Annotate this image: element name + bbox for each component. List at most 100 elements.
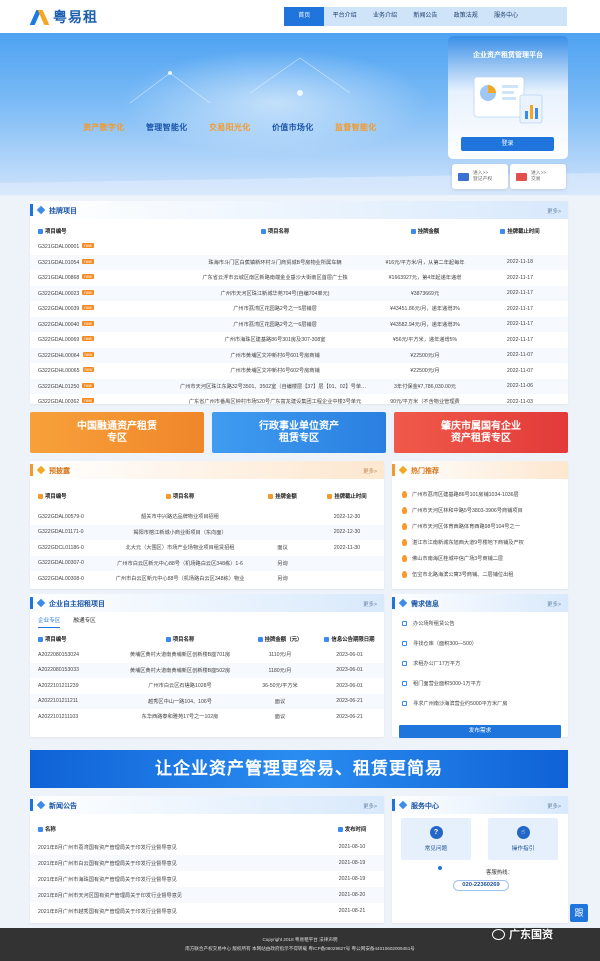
demand-item[interactable]: 租门面营业面积5000-1万平方 [402,680,562,687]
list-icon [38,827,43,832]
hot-item[interactable]: 广州市荔湾区建基路86号101房铺1034-1036层 [402,488,562,500]
demand-item[interactable]: 求租办公厂17万平方 [402,660,562,667]
hot-item[interactable]: 广州市天河区体育西路体育西路98号104号之一 [402,520,562,532]
demand-item[interactable]: 寻找仓库（面积300—500） [402,640,562,647]
col-id: 项目编号 [30,492,105,500]
table-row[interactable]: G322GDAL00023 new 广州市天河区珠江新城华苑704号(自编704单元… [30,285,568,301]
table-row[interactable]: A2022101211211 越秀区中山一路104、106号 面议 2023-06-2… [30,693,384,709]
register-property-button[interactable]: 进入>> 登记产权 [452,164,508,189]
table-row[interactable]: G321GDAL00868 new 广东省云浮市云城区南区新路南端金业垂沙大街南区首… [30,270,568,286]
faq-button[interactable]: ? 常见问题 [401,818,471,860]
trade-button[interactable]: 进入>> 交易 [510,164,566,189]
logo[interactable]: 粤易租 [29,7,98,27]
briefcase-icon [165,637,171,642]
cell-date: 2022-11-17 [480,290,560,296]
hotline-number[interactable]: 020-22360269 [453,880,509,891]
id-text: A2022101211103 [38,713,79,720]
hot-item[interactable]: 广州市天河区林和中路5号3803-3906号商铺项目 [402,504,562,516]
table-row[interactable]: G322GDHL00064 new 广州市黄埔区文冲新村6号601号房商铺 ¥2250… [30,347,568,363]
cell-amount: 3年付保金¥7,786,030.00元 [370,383,480,390]
money-icon [257,637,263,642]
nav-business-intro[interactable]: 业务介绍 [365,7,405,26]
id-text: G322GDCL01186-0 [38,544,84,551]
login-button[interactable]: 登录 [461,137,554,151]
table-row[interactable]: A2022080153024 黄埔区黄村大道南黄埔新区创新楼B座701房 1110元… [30,647,384,663]
news-more-link[interactable]: 更多> [363,802,377,810]
date-text: 2022-11-07 [506,367,534,374]
table-row[interactable]: G321GDAL00001 new [30,239,568,255]
cell-id: G322GDAL00362 new [30,398,180,405]
service-more-link[interactable]: 更多> [547,802,561,810]
zone-china-rongtong[interactable]: 中国融通资产租赁 专区 [30,412,204,453]
list-icon [38,494,43,499]
table-row[interactable]: G322GDAL00362 new 广东省广州市番禺区钟村市场520号广东富龙建设集… [30,394,568,410]
table-row[interactable]: G322GDAL01250 new 广州市天河区珠江东路32号3501、3502室（… [30,378,568,394]
table-row[interactable]: G322GDAL00040 new 广州市荔湾区花园路2号之一6层铺层 ¥43582.… [30,316,568,332]
tab-rongtong-zone[interactable]: 融通专区 [73,616,95,628]
date-text: 2021-08-20 [338,892,366,898]
zone-zhaoqing-state-owned[interactable]: 肇庆市属国有企业 资产租赁专区 [394,412,568,453]
table-row[interactable]: G322GDAL01171-0 揭阳市榕江新城小商业街项目（东向面） 2022-12… [30,524,384,540]
amount-text: ¥56元/平方米，递年递增5% [392,337,458,344]
hot-item[interactable]: 伍宝市北路海滨公寓3号商铺、二层铺位出租 [402,568,562,580]
diamond-icon [398,598,408,608]
table-row[interactable]: 2021年8月广州市天河区国有资产管理局关于印发行业督导意见 2021-08-20 [30,887,384,903]
demand-item[interactable]: 办公场所租赁公告 [402,620,562,627]
table-row[interactable]: G322GDAL00579-0 韶关市中兴路达品牌物业项目招租 2022-12-30 [30,509,384,525]
amount-text: ¥3873669元 [410,290,440,297]
id-text: A2022101211211 [38,698,79,705]
demand-item[interactable]: 寻求广州南沙海滨营业约5000平方米厂房 [402,700,562,707]
demand-item-text: 办公场所租赁公告 [413,621,455,627]
table-row[interactable]: G322GDHL00065 new 广州市黄埔区文冲新村6号602号房商铺 ¥2250… [30,363,568,379]
hot-item[interactable]: 佛山市南海区桂城中信广场3号商铺二层 [402,552,562,564]
table-row[interactable]: G321GDAL01054 new 珠海市斗门区白蕉镇新环村斗门商贸城B号房物业所属… [30,254,568,270]
publish-demand-button[interactable]: 发布需求 [399,725,561,738]
table-row[interactable]: A2022101211103 东华西路泰和雅苑17号之一102房 面议 2023-06… [30,709,384,725]
nav-service[interactable]: 服务中心 [486,7,526,26]
table-row[interactable]: 2021年8月广州市越秀国有资产管理局关于印发行业督导意见 2021-08-21 [30,903,384,919]
cell-date: 2022-11-07 [480,352,560,358]
nav-news[interactable]: 新闻公告 [405,7,445,26]
cell-name: 广州市白云区新元中心88号（机场路白云区348栋）1-6 [105,560,255,567]
date-text: 2023-06-21 [336,713,363,720]
col-name: 名称 [30,825,320,833]
cell-id: G322GDAL00040 new [30,320,180,328]
feature-market-value: 价值市场化 [272,123,314,132]
demand-more-link[interactable]: 更多> [547,600,561,608]
hdr-amount: 挂牌金额（元） [264,637,303,643]
demand-info-title: 需求信息 [411,601,439,608]
hot-item[interactable]: 湛江市江南新城东旭西大道9号楼地下商铺及产权 [402,536,562,548]
table-row[interactable]: A2022101211239 广州市白云区石槎路1028号 36-50元/平方米 20… [30,678,384,694]
nav-platform-intro[interactable]: 平台介绍 [324,7,364,26]
name-text: 东华西路泰和雅苑17号之一102房 [141,714,219,721]
nav-home[interactable]: 首页 [284,7,325,26]
table-row[interactable]: 2021年8月广州市荔湾国有资产管理局关于印发行业督导意见 2021-08-10 [30,839,384,855]
table-row[interactable]: G322GDCL01186-0 北大元（大围区）市场产业场物业项目租赁招租 面议 20… [30,540,384,556]
table-row[interactable]: G322GDAL00308-0 广州市白云区新元中心88号（机场路白云区348栋）… [30,571,384,587]
news-title: 新闻公告 [49,803,77,810]
table-row[interactable]: A2022080153033 黄埔区黄村大道南黄埔新区创新楼B座502房 1180元… [30,662,384,678]
nav-policy[interactable]: 政策法规 [446,7,486,26]
zone-administrative-units[interactable]: 行政事业单位资产 租赁专区 [212,412,386,453]
listed-more-link[interactable]: 更多> [547,207,561,215]
guide-button[interactable]: ☝ 操作指引 [488,818,558,860]
cell-date: 2022-11-17 [480,275,560,281]
new-badge: new [82,243,94,249]
table-row[interactable]: 2021年8月广州市海珠国有资产管理局关于印发行业督导意见 2021-08-19 [30,871,384,887]
name-text: 北大元（大围区）市场产业场物业项目租赁招租 [125,545,235,552]
floating-follow-button[interactable]: 跟 [570,904,588,922]
cell-amount: 面议 [255,544,310,551]
id-text: G321GDAL00001 [38,244,80,251]
table-row[interactable]: 2021年8月广州市白云国有资产管理局关于印发行业督导意见 2021-08-19 [30,855,384,871]
pre-disclosure-more-link[interactable]: 更多> [363,467,377,475]
trade-label: 交易 [531,176,541,182]
hdr-id: 项目编号 [45,637,67,643]
tab-enterprise-zone[interactable]: 企业专区 [38,616,61,628]
name-text: 珠海市斗门区白蕉镇新环村斗门商贸城B号房物业所属车辆 [208,259,342,266]
table-row[interactable]: G322GDAL00307-0 广州市白云区新元中心88号（机场路白云区348栋）… [30,555,384,571]
cell-name: 广东省广州市番禺区钟村市场520号广东富龙建设集团工程企业中楼3号单元 [180,398,370,405]
table-row[interactable]: G322GDAL00039 new 广州市荔湾区花园路2号之一5层铺层 ¥43451.… [30,301,568,317]
enterprise-rental-more-link[interactable]: 更多> [363,600,377,608]
name-text: 2021年8月广州市荔湾国有资产管理局关于印发行业督导意见 [38,844,177,851]
table-row[interactable]: G322GDAL00069 new 广州市海珠区建基路86号301房及307-308… [30,332,568,348]
